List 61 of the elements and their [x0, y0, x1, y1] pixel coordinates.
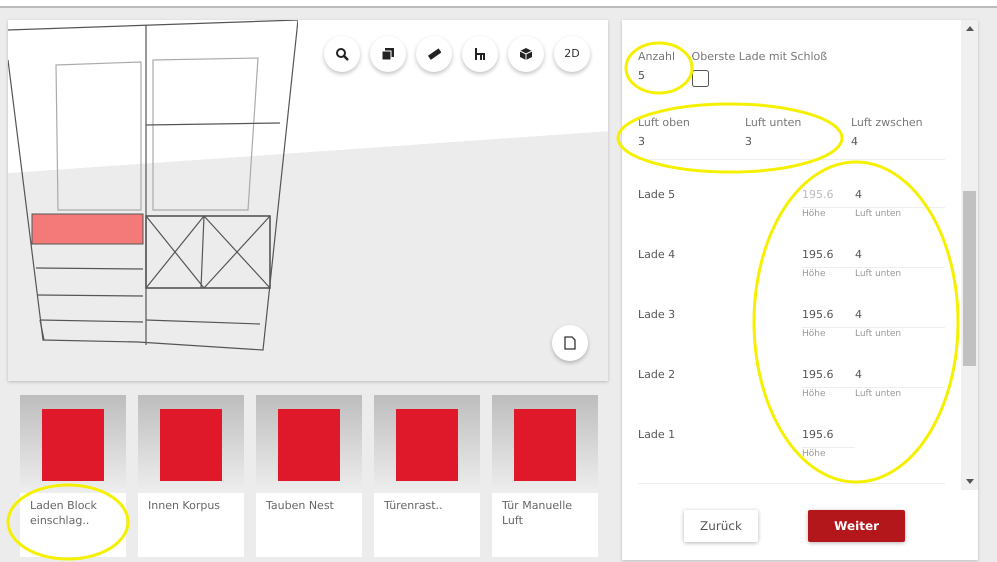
height-field[interactable]: 195.6 — [802, 425, 855, 448]
2d-view-button[interactable]: 2D — [554, 36, 590, 72]
document-button[interactable] — [552, 325, 588, 361]
drawer-label: Lade 2 — [638, 367, 676, 383]
scrollbar-thumb[interactable] — [963, 191, 976, 366]
next-button[interactable]: Weiter — [808, 510, 905, 542]
chair-icon — [473, 47, 487, 61]
module-card[interactable]: Türenrast.. — [374, 395, 480, 557]
field-label: Höhe — [802, 448, 827, 461]
field-label: Höhe — [802, 208, 827, 221]
gap-value[interactable]: 3 — [638, 132, 745, 151]
field-label: Luft unten — [855, 268, 902, 281]
gap-field[interactable]: 4 — [855, 245, 945, 268]
field-label: Luft unten — [855, 328, 902, 341]
module-card[interactable]: Laden Block einschlag.. — [20, 395, 126, 557]
ruler-button[interactable] — [416, 36, 452, 72]
cube-icon — [519, 47, 533, 61]
gap-value[interactable]: 3 — [745, 132, 851, 151]
3d-viewer[interactable]: 2D — [8, 20, 608, 381]
field-label: Luft zwschen — [851, 115, 924, 131]
zoom-icon — [335, 47, 349, 61]
document-icon — [564, 336, 576, 350]
checkbox-label: Oberste Lade mit Schloß — [692, 49, 828, 65]
field-label: Luft unten — [745, 115, 802, 131]
gap-value[interactable]: 4 — [851, 132, 945, 151]
field-label: Höhe — [802, 388, 827, 401]
module-card[interactable]: Innen Korpus — [138, 395, 244, 557]
module-card[interactable]: Tür Manuelle Luft — [492, 395, 598, 557]
drawer-label: Lade 5 — [638, 187, 676, 203]
module-label: Laden Block einschlag.. — [30, 499, 97, 527]
scroll-up-icon[interactable] — [966, 26, 974, 31]
field-label: Luft unten — [855, 208, 902, 221]
scrollbar[interactable] — [961, 20, 978, 490]
module-card[interactable]: Tauben Nest — [256, 395, 362, 557]
module-label: Tauben Nest — [266, 499, 334, 512]
lock-checkbox[interactable] — [692, 70, 709, 87]
copy-icon — [381, 47, 395, 61]
height-field[interactable]: 195.6 — [802, 365, 855, 388]
height-field[interactable]: 195.6 — [802, 305, 855, 328]
drawer-label: Lade 1 — [638, 427, 676, 443]
back-button[interactable]: Zurück — [684, 510, 758, 542]
field-label: Luft oben — [638, 115, 691, 131]
module-label: Türenrast.. — [384, 499, 443, 512]
drawer-label: Lade 3 — [638, 307, 676, 323]
gap-field[interactable]: 4 — [855, 305, 945, 328]
drawer-label: Lade 4 — [638, 247, 676, 263]
module-label: Innen Korpus — [148, 499, 220, 512]
field-label: Anzahl — [638, 49, 676, 65]
figure-button[interactable] — [462, 36, 498, 72]
count-value[interactable]: 5 — [638, 66, 676, 85]
3d-view-button[interactable] — [508, 36, 544, 72]
copy-button[interactable] — [370, 36, 406, 72]
field-label: Höhe — [802, 268, 827, 281]
module-label: Tür Manuelle Luft — [502, 499, 572, 527]
field-label: Luft unten — [855, 388, 902, 401]
field-label: Höhe — [802, 328, 827, 341]
highlight-ellipse — [624, 42, 694, 94]
gap-field[interactable]: 4 — [855, 365, 945, 388]
zoom-button[interactable] — [324, 36, 360, 72]
height-field[interactable]: 195.6 — [802, 245, 855, 268]
scroll-down-icon[interactable] — [966, 479, 974, 484]
